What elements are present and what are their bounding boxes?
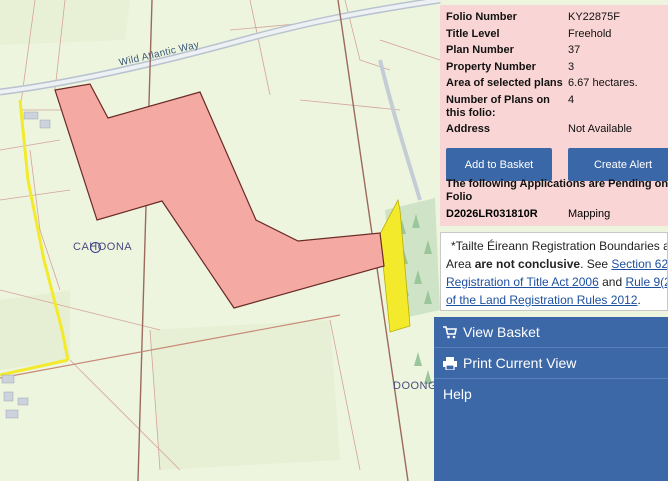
application-id: D2026LR031810R [446,208,538,220]
rule-9-link[interactable]: of the Land Registration Rules 2012 [446,293,637,307]
folio-row: Property Number 3 [446,61,668,74]
folio-value: Not Available [568,123,633,135]
printer-icon [443,356,463,370]
side-menu: View Basket Print Current View Help [434,317,668,481]
folio-label: Number of Plans on this folio: [446,93,550,119]
folio-info-panel: Folio Number KY22875F Title Level Freehold… [440,5,668,226]
folio-row: Title Level Freehold [446,28,668,41]
print-current-view-button[interactable]: Print Current View [434,348,668,379]
folio-row: Area of selected plans 6.67 hectares. [446,77,668,90]
application-type: Mapping [568,208,611,220]
folio-value: 4 [568,93,575,106]
help-button[interactable]: Help [434,379,668,409]
disclaimer-line: *Tailte Éireann Registration Boundaries … [451,239,667,253]
rule-9-link[interactable]: Rule 9(2) [625,275,667,289]
create-alert-button[interactable]: Create Alert [568,148,668,181]
disclaimer-box: *Tailte Éireann Registration Boundaries … [440,232,668,311]
disclaimer-line: Registration of Title Act 2006 and Rule … [446,273,667,291]
folio-value: 37 [568,44,581,56]
cart-icon [443,325,463,339]
folio-label: Plan Number [446,44,514,56]
view-basket-button[interactable]: View Basket [434,317,668,348]
disclaimer-text: . See [580,257,612,271]
folio-row: Folio Number KY22875F [446,11,668,24]
townland-label: DOONG [393,380,438,392]
pending-applications-heading: The following Applications are Pending o… [446,178,668,203]
folio-row: Plan Number 37 [446,44,668,57]
menu-item-label: View Basket [463,324,540,340]
folio-label: Property Number [446,60,536,73]
folio-value: KY22875F [568,11,620,23]
disclaimer-text: . [637,293,641,307]
folio-value: Freehold [568,27,612,40]
menu-item-label: Print Current View [463,355,577,371]
folio-row: Address Not Available [446,123,668,136]
folio-row: Number of Plans on this folio: 4 [446,94,668,120]
section-62-link[interactable]: Registration of Title Act 2006 [446,275,599,289]
folio-label: Address [446,123,491,135]
folio-label: Folio Number [446,11,517,23]
menu-item-label: Help [443,386,472,402]
folio-value: 3 [568,60,575,73]
location-marker-icon [90,242,101,253]
folio-label: Title Level [446,27,500,40]
disclaimer-text: Area [446,257,475,271]
application-row: D2026LR031810R Mapping [446,208,610,220]
disclaimer-line: Area are not conclusive. See Section 62(… [446,255,667,273]
folio-value: 6.67 hectares. [568,77,638,89]
disclaimer-text: and [598,275,626,289]
disclaimer-emphasis: are not conclusive [474,257,581,271]
disclaimer-line: of the Land Registration Rules 2012. [446,291,667,309]
townland-label: CAHOONA [73,241,133,253]
section-62-link[interactable]: Section 62(2) of the [611,257,667,271]
folio-label: Area of selected plans [446,77,563,89]
add-to-basket-button[interactable]: Add to Basket [446,148,552,181]
